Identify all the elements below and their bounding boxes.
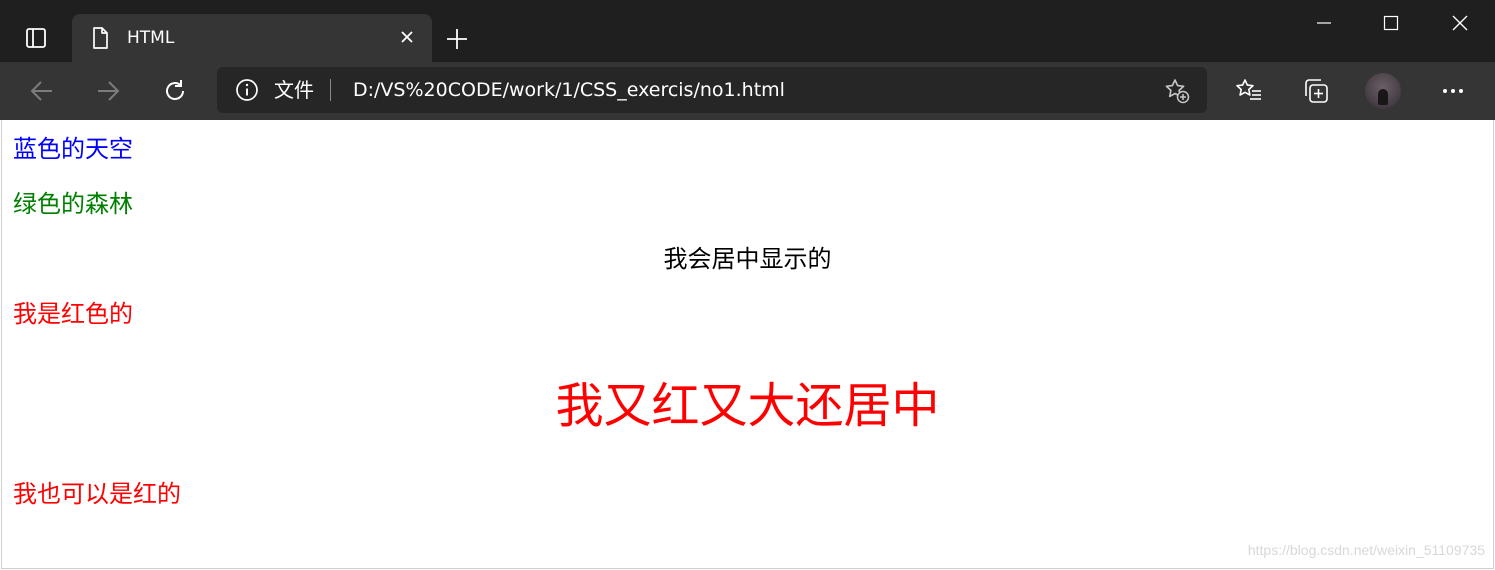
add-favorite-icon[interactable] [1163, 77, 1191, 105]
window-close-button[interactable] [1426, 0, 1494, 46]
big-red-centered-text: 我又红又大还居中 [555, 378, 940, 434]
arrow-right-icon [98, 81, 120, 101]
favorites-button[interactable] [1228, 70, 1270, 112]
page-viewport: 蓝色的天空 绿色的森林 我会居中显示的 我是红色的 我又红又大还居中 我也可以是… [1, 120, 1494, 569]
browser-window: HTML 文件 D:/VS%20CODE/work/1/CSS_exercis/… [0, 0, 1495, 570]
tab-actions-icon [26, 28, 46, 48]
forward-button[interactable] [88, 72, 128, 110]
tab-bar: HTML [0, 0, 1495, 62]
plus-icon [447, 29, 467, 49]
tab-title: HTML [127, 28, 175, 48]
avatar [1365, 73, 1401, 109]
minimize-icon [1317, 22, 1331, 24]
more-button[interactable] [1432, 70, 1474, 112]
tab-close-button[interactable] [396, 26, 418, 48]
toolbar: 文件 D:/VS%20CODE/work/1/CSS_exercis/no1.h… [0, 62, 1495, 120]
minimize-button[interactable] [1290, 0, 1358, 46]
address-bar[interactable]: 文件 D:/VS%20CODE/work/1/CSS_exercis/no1.h… [217, 67, 1207, 113]
collections-button[interactable] [1295, 70, 1337, 112]
more-dots-icon [1443, 89, 1463, 93]
maximize-button[interactable] [1357, 0, 1425, 46]
arrow-left-icon [30, 81, 52, 101]
red-text: 我是红色的 [13, 300, 133, 328]
tab-actions-button[interactable] [14, 18, 58, 58]
tab-active[interactable]: HTML [72, 14, 432, 62]
maximize-icon [1383, 15, 1399, 31]
close-icon [1452, 15, 1468, 31]
also-red-text: 我也可以是红的 [13, 480, 181, 508]
blue-sky-text: 蓝色的天空 [13, 135, 133, 163]
back-button[interactable] [22, 72, 62, 110]
page-icon [93, 27, 108, 49]
collections-icon [1305, 79, 1328, 103]
address-separator [330, 79, 331, 101]
close-icon [401, 31, 413, 43]
info-icon[interactable] [235, 78, 259, 102]
reload-icon [166, 80, 184, 100]
new-tab-button[interactable] [440, 22, 474, 56]
watermark: https://blog.csdn.net/weixin_51109735 [1247, 542, 1485, 558]
url-text[interactable]: D:/VS%20CODE/work/1/CSS_exercis/no1.html [353, 78, 785, 102]
profile-button[interactable] [1362, 70, 1404, 112]
site-label: 文件 [274, 78, 314, 102]
centered-text: 我会居中显示的 [663, 245, 832, 273]
reload-button[interactable] [155, 72, 195, 110]
favorites-list-icon [1236, 79, 1261, 100]
green-forest-text: 绿色的森林 [13, 190, 133, 218]
